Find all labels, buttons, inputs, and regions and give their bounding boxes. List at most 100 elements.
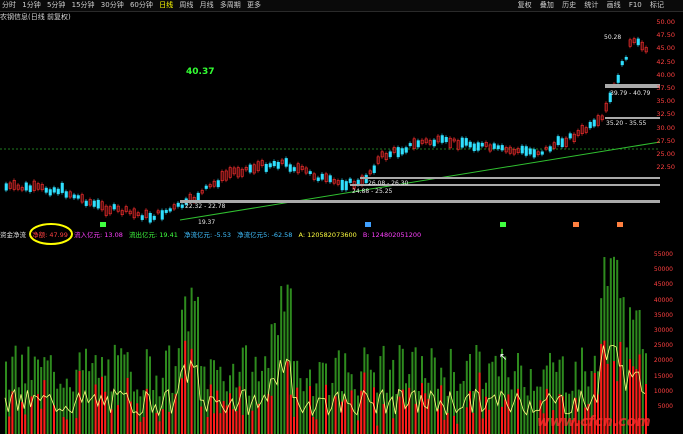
candle-body: [24, 182, 28, 191]
history-button[interactable]: 历史: [559, 0, 579, 11]
tab-daily[interactable]: 日线: [157, 0, 175, 11]
tab-fenshi[interactable]: 分时: [0, 0, 18, 11]
candle-body: [500, 145, 504, 151]
volume-tick: 20000: [653, 357, 673, 365]
volume-bar-red: [296, 387, 299, 434]
candle-body: [52, 187, 56, 193]
fuquan-button[interactable]: 复权: [515, 0, 535, 11]
price-tick: 50.00: [656, 18, 675, 26]
volume-bar-red: [168, 411, 171, 434]
volume-bar-red: [62, 417, 65, 434]
candle-body: [476, 142, 480, 151]
volume-bar-red: [213, 413, 215, 434]
volume-bar-red: [501, 406, 503, 434]
volume-bar-red: [315, 419, 318, 434]
candle-body: [532, 149, 536, 158]
candle-body: [636, 38, 640, 46]
volume-bar-red: [139, 421, 142, 434]
mark-button[interactable]: 标记: [647, 0, 667, 11]
candle-body: [520, 145, 524, 154]
support-band: [360, 177, 660, 179]
tab-1min[interactable]: 1分钟: [20, 0, 42, 11]
volume-bar-red: [289, 394, 292, 434]
candle-body: [160, 210, 164, 220]
volume-bar-red: [421, 383, 423, 434]
candle-body: [524, 146, 528, 156]
candle-body: [444, 137, 448, 143]
candle-body: [464, 138, 468, 146]
tab-more[interactable]: 更多: [245, 0, 263, 11]
volume-bar-red: [437, 409, 439, 434]
volume-bar-red: [251, 410, 254, 434]
candle-body: [404, 147, 408, 153]
range-label-1: 39.79 - 40.79: [610, 90, 651, 97]
candle-body: [568, 133, 572, 139]
candle-body: [96, 199, 100, 209]
candle-body: [196, 192, 200, 201]
candle-body: [408, 143, 412, 147]
volume-bar-red: [440, 385, 443, 434]
volume-bar-red: [8, 416, 11, 434]
candle-body: [492, 143, 496, 149]
tab-30min[interactable]: 30分钟: [99, 0, 126, 11]
overlay-button[interactable]: 叠加: [537, 0, 557, 11]
volume-chart[interactable]: [0, 230, 683, 434]
volume-bar-red: [24, 414, 27, 434]
candle-body: [416, 140, 420, 148]
candle-body: [388, 151, 392, 158]
volume-bar-red: [117, 405, 119, 434]
candle-body: [540, 151, 544, 155]
volume-bar-red: [181, 378, 183, 434]
candle-body: [168, 208, 172, 212]
candle-body: [140, 215, 144, 220]
tab-15min[interactable]: 15分钟: [70, 0, 97, 11]
tab-monthly[interactable]: 月线: [198, 0, 216, 11]
volume-bar-red: [446, 413, 449, 434]
f10-button[interactable]: F10: [626, 0, 645, 11]
volume-bar-red: [270, 395, 273, 434]
volume-bar-red: [350, 390, 353, 434]
candlestick-chart[interactable]: [0, 22, 683, 228]
volume-bar-red: [398, 396, 401, 434]
volume-bar-red: [200, 406, 203, 434]
tab-multi[interactable]: 多周期: [218, 0, 243, 11]
volume-bar-red: [382, 403, 385, 434]
candle-body: [372, 165, 376, 173]
candle-body: [204, 185, 208, 189]
tab-60min[interactable]: 60分钟: [128, 0, 155, 11]
price-tick: 30.00: [656, 123, 675, 132]
volume-bar-red: [136, 403, 139, 434]
candle-body: [112, 204, 116, 210]
candle-body: [460, 137, 464, 148]
price-tick: 22.50: [656, 163, 675, 172]
volume-bar-red: [216, 390, 219, 434]
candle-body: [164, 209, 168, 213]
candle-body: [472, 143, 476, 151]
volume-bar-red: [145, 388, 148, 434]
stats-button[interactable]: 统计: [581, 0, 601, 11]
candle-body: [44, 187, 48, 193]
candle-body: [468, 141, 472, 148]
volume-bar-red: [40, 408, 43, 434]
volume-bar-red: [238, 386, 241, 434]
volume-bar-red: [344, 399, 347, 434]
volume-bar-red: [325, 384, 327, 434]
draw-button[interactable]: 画线: [604, 0, 624, 11]
volume-bar-red: [312, 416, 315, 434]
volume-bar-red: [94, 384, 97, 434]
candle-body: [432, 139, 436, 147]
price-tick: 47.50: [656, 31, 675, 40]
signal-marker: [500, 222, 506, 227]
mouse-cursor-icon: ↖: [499, 352, 508, 363]
candle-body: [152, 215, 156, 220]
candle-body: [400, 148, 404, 155]
tab-5min[interactable]: 5分钟: [45, 0, 67, 11]
candle-body: [48, 189, 52, 196]
candle-body: [496, 145, 500, 150]
volume-bar-red: [481, 418, 484, 434]
volume-bar-red: [357, 420, 359, 434]
low-label: 19.37: [198, 219, 216, 226]
volume-bar-red: [257, 403, 260, 434]
volume-bar-red: [235, 411, 238, 434]
tab-weekly[interactable]: 周线: [177, 0, 195, 11]
